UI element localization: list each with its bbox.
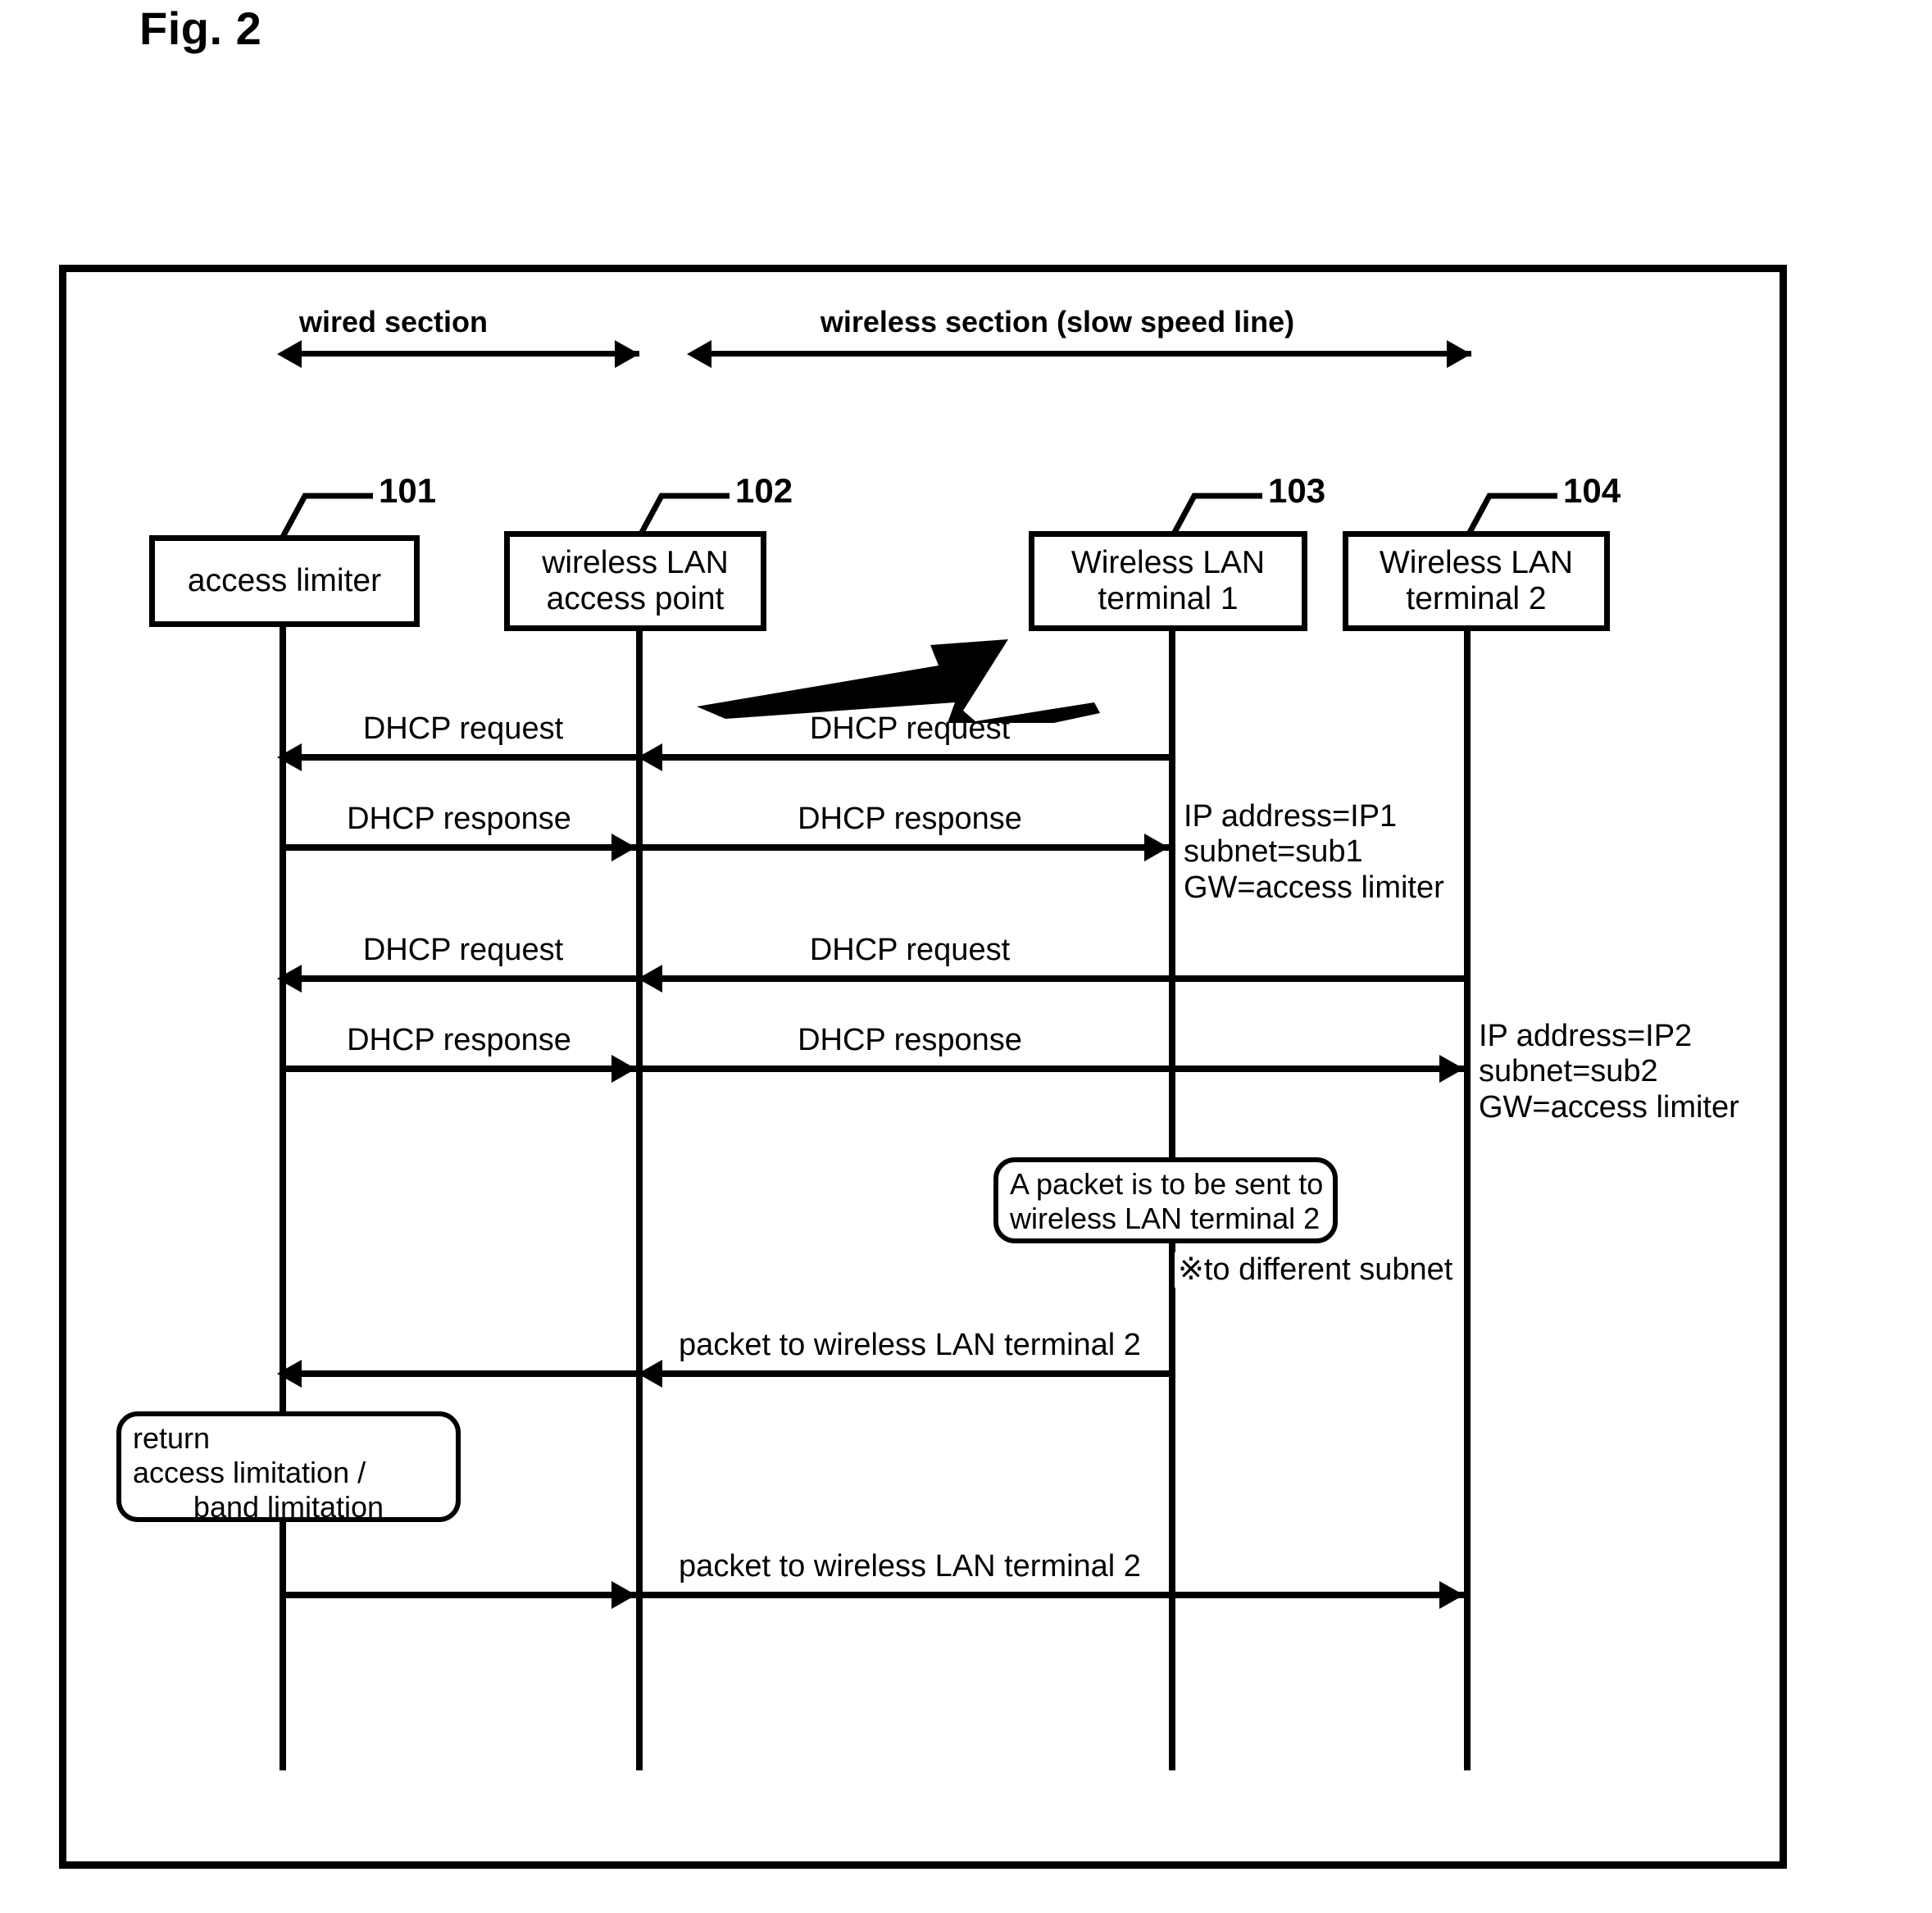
annotation-different-subnet: ※to different subnet [1175, 1252, 1457, 1288]
annotation-line: IP address=IP1 [1184, 799, 1398, 834]
node-label-line: Wireless LAN [1071, 545, 1266, 581]
callout-packet-destination: A packet is to be sent to wireless LAN t… [993, 1157, 1338, 1243]
message-line-dhcp-request-2 [283, 975, 1467, 982]
message-line-packet-1 [283, 1370, 1172, 1377]
message-arrowhead-dhcp-request-2b [638, 965, 662, 993]
node-label-line: terminal 2 [1406, 581, 1547, 616]
node-wireless-lan-terminal-2: Wireless LAN terminal 2 [1343, 531, 1610, 631]
message-label-dhcp-response-2: DHCP response [798, 802, 1022, 836]
message-arrowhead-dhcp-response-1b [1144, 834, 1169, 861]
message-label-dhcp-request-1: DHCP request [362, 711, 564, 746]
node-wireless-lan-terminal-1: Wireless LAN terminal 1 [1029, 531, 1307, 631]
message-arrowhead-dhcp-response-2b [1439, 1055, 1464, 1083]
message-label-packet-1: packet to wireless LAN terminal 2 [679, 1328, 1141, 1362]
lifeline-terminal-2 [1464, 631, 1471, 1770]
reference-number-101: 101 [379, 471, 437, 510]
callout-line: band limitation [193, 1489, 384, 1524]
message-label-dhcp-response-3: DHCP response [347, 1023, 571, 1057]
message-label-dhcp-response-1: DHCP response [347, 802, 571, 836]
lifeline-access-limiter [280, 627, 286, 1770]
message-arrowhead-dhcp-request-1a [277, 743, 302, 771]
node-label-line: terminal 1 [1098, 581, 1239, 616]
message-arrowhead-dhcp-response-2a [611, 1055, 636, 1083]
message-arrowhead-dhcp-request-2a [277, 965, 302, 993]
message-line-packet-2 [283, 1592, 1467, 1598]
message-arrowhead-dhcp-request-1b [638, 743, 662, 771]
message-label-dhcp-request-3: DHCP request [362, 933, 564, 967]
reference-number-102: 102 [735, 471, 793, 510]
node-wireless-lan-access-point: wireless LAN access point [504, 531, 766, 631]
figure-page: Fig. 2 wired section wireless section (s… [0, 0, 1932, 1913]
figure-title: Fig. 2 [139, 2, 262, 54]
annotation-line: GW=access limiter [1479, 1089, 1739, 1125]
lifeline-access-point [636, 631, 643, 1770]
message-label-dhcp-request-2: DHCP request [809, 711, 1011, 746]
annotation-line: subnet=sub1 [1184, 834, 1363, 870]
section-label-wireless: wireless section (slow speed line) [820, 305, 1295, 339]
section-arrowhead-wireless-right [1447, 340, 1471, 368]
message-arrowhead-packet-1b [638, 1360, 662, 1388]
section-span-wireless [693, 351, 1471, 357]
callout-line: return [133, 1421, 211, 1455]
message-label-dhcp-request-4: DHCP request [809, 933, 1011, 967]
message-arrowhead-packet-2a [611, 1581, 636, 1609]
node-label-line: access limiter [187, 563, 382, 599]
message-line-dhcp-response-2 [283, 1066, 1467, 1072]
node-label-line: wireless LAN [542, 545, 729, 581]
callout-line: access limitation / [133, 1455, 366, 1489]
section-arrowhead-wireless-left [687, 340, 711, 368]
annotation-terminal-2-config: IP address=IP2 subnet=sub2 GW=access lim… [1475, 1019, 1743, 1125]
message-line-dhcp-response-1 [283, 844, 1172, 851]
section-arrowhead-wired-right [615, 340, 639, 368]
message-line-dhcp-request-1 [283, 754, 1172, 761]
message-arrowhead-packet-1a [277, 1360, 302, 1388]
callout-access-limitation: return access limitation / band limitati… [116, 1411, 461, 1524]
section-span-wired [283, 351, 639, 357]
reference-number-103: 103 [1268, 471, 1326, 510]
lightning-bolt-icon [697, 639, 1100, 723]
annotation-line: subnet=sub2 [1479, 1054, 1658, 1089]
annotation-line: GW=access limiter [1184, 870, 1444, 905]
annotation-terminal-1-config: IP address=IP1 subnet=sub1 GW=access lim… [1180, 799, 1448, 906]
callout-line: A packet is to be sent to [1010, 1167, 1324, 1201]
section-label-wired: wired section [298, 305, 489, 339]
node-label-line: access point [546, 581, 725, 616]
message-label-dhcp-response-4: DHCP response [798, 1023, 1022, 1057]
annotation-line: IP address=IP2 [1479, 1019, 1693, 1053]
reference-number-104: 104 [1563, 471, 1621, 510]
callout-line: wireless LAN terminal 2 [1010, 1201, 1321, 1235]
node-access-limiter: access limiter [149, 535, 420, 627]
node-label-line: Wireless LAN [1379, 545, 1574, 581]
message-arrowhead-dhcp-response-1a [611, 834, 636, 861]
message-label-packet-2: packet to wireless LAN terminal 2 [679, 1549, 1141, 1584]
message-arrowhead-packet-2b [1439, 1581, 1464, 1609]
section-arrowhead-wired-left [277, 340, 302, 368]
